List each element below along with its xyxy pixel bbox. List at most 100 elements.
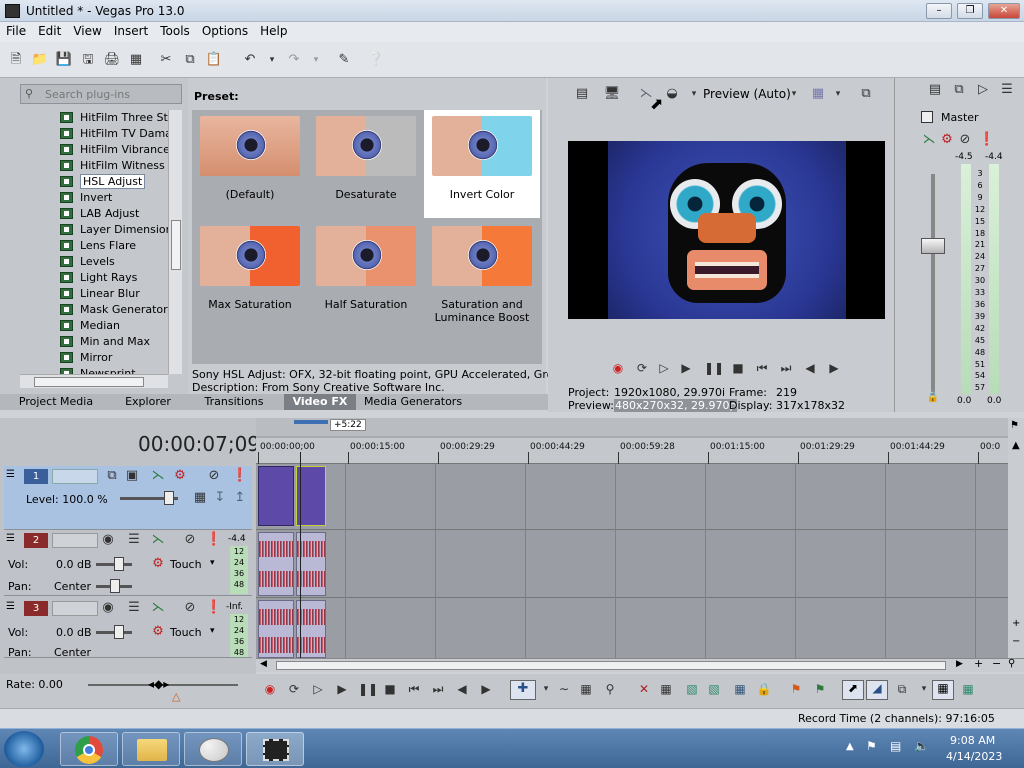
pause-button[interactable]: ❚❚ xyxy=(704,360,724,376)
plugin-item[interactable]: Mirror xyxy=(58,350,168,366)
plugin-item[interactable]: Median xyxy=(58,318,168,334)
edit-tool-icon[interactable]: ✎ xyxy=(334,50,354,70)
zoom-tool-icon[interactable]: ⚲ xyxy=(1008,658,1015,669)
downmix-icon[interactable]: ⧉ xyxy=(949,80,969,100)
insert-region-icon[interactable]: ⚑ xyxy=(812,681,828,697)
tab-project-media[interactable]: Project Media xyxy=(0,394,112,410)
preview-quality-select[interactable]: Preview (Auto) xyxy=(703,87,791,101)
track-arrow-up-icon[interactable]: ↥ xyxy=(230,488,250,508)
timeline-area[interactable]: +5:22 00:00:00;00 00:00:15:00 00:00:29:29 0… xyxy=(256,418,1008,658)
go-to-end-button[interactable]: ⏭ xyxy=(778,360,794,376)
plugin-item[interactable]: HitFilm TV Damage xyxy=(58,126,168,142)
maximize-button[interactable]: ❐ xyxy=(957,3,983,19)
menu-view[interactable]: View xyxy=(67,22,107,38)
zoom-edit-tool-icon[interactable]: ⚲ xyxy=(602,681,618,697)
volume-icon[interactable]: 🔈 xyxy=(914,739,929,753)
preset-max-saturation[interactable]: Max Saturation xyxy=(196,220,304,328)
automation-mode[interactable]: Touch xyxy=(170,626,202,639)
preset-saturation-luminance-boost[interactable]: Saturation and Luminance Boost xyxy=(424,220,540,328)
track-arrow-down-icon[interactable]: ↧ xyxy=(210,488,230,508)
tab-video-fx[interactable]: Video FX xyxy=(284,394,356,410)
zoom-in-h-icon[interactable]: + xyxy=(974,657,983,670)
clock-time[interactable]: 9:08 AM xyxy=(950,734,995,747)
track-mute-icon[interactable]: ⊘ xyxy=(204,466,224,486)
close-button[interactable]: ✕ xyxy=(988,3,1020,19)
envelope-tool-icon[interactable]: ∼ xyxy=(556,681,572,697)
mute-icon[interactable]: ⊘ xyxy=(955,130,975,150)
loop-button[interactable]: ⟳ xyxy=(286,681,302,697)
overlays-dropdown-icon[interactable]: ▾ xyxy=(828,84,848,104)
auto-crossfade-toggle-icon[interactable]: ◢ xyxy=(866,680,888,700)
arm-record-icon[interactable]: ◉ xyxy=(98,598,118,618)
menu-tools[interactable]: Tools xyxy=(154,22,196,38)
plugin-item[interactable]: HitFilm Three Strip xyxy=(58,110,168,126)
level-slider[interactable] xyxy=(120,491,178,505)
zoom-out-icon[interactable]: − xyxy=(1012,636,1020,647)
solo-icon[interactable]: ❗ xyxy=(977,130,997,150)
mixer-icon[interactable]: ☰ xyxy=(997,80,1017,100)
tab-media-generators[interactable]: Media Generators xyxy=(356,394,470,410)
track-header-audio-2[interactable]: ☰ 2 ◉ ☰ ⋋ ⊘ ❗ -4.4 Vol: 0.0 dB ⚙ Touch ▾… xyxy=(4,530,252,596)
minimize-button[interactable]: – xyxy=(926,3,952,19)
loop-region[interactable] xyxy=(294,420,328,424)
track-name-field[interactable] xyxy=(52,533,98,548)
preset-default[interactable]: (Default) xyxy=(196,110,304,218)
track-fx-icon[interactable]: ☰ xyxy=(124,598,144,618)
plugin-item[interactable]: Light Rays xyxy=(58,270,168,286)
menu-file[interactable]: File xyxy=(0,22,32,38)
pan-slider-handle[interactable] xyxy=(110,579,120,593)
whats-this-help-icon[interactable]: ❔ xyxy=(366,50,386,70)
zoom-in-icon[interactable]: + xyxy=(1012,618,1020,629)
play-from-start-button[interactable]: ▷ xyxy=(310,681,326,697)
track-solo-icon[interactable]: ❗ xyxy=(230,466,250,486)
track-fx-chain-icon[interactable]: ⋋ xyxy=(148,530,168,550)
go-to-end-button[interactable]: ⏭ xyxy=(430,681,446,697)
plugin-item[interactable]: Newsprint xyxy=(58,366,168,374)
previous-frame-button[interactable]: ◀ xyxy=(454,681,470,697)
marker-bar[interactable]: +5:22 xyxy=(256,418,1008,436)
hscroll-thumb[interactable] xyxy=(276,661,946,670)
automation-gear-icon[interactable]: ⚙ xyxy=(148,622,168,642)
vol-slider-handle[interactable] xyxy=(114,625,124,639)
split-icon[interactable]: ▦ xyxy=(732,681,748,697)
split-screen-icon[interactable]: ◒ xyxy=(662,84,682,104)
plugin-item[interactable]: HitFilm Vibrance xyxy=(58,142,168,158)
time-ruler[interactable]: 00:00:00;00 00:00:15:00 00:00:29:29 00:00:4… xyxy=(256,438,1008,464)
ripple-dropdown-icon[interactable]: ▾ xyxy=(916,681,932,697)
master-fader-handle[interactable] xyxy=(921,238,945,254)
automation-dropdown-icon[interactable]: ▾ xyxy=(210,626,215,636)
arm-record-icon[interactable]: ◉ xyxy=(98,530,118,550)
overlays-icon[interactable]: ▦ xyxy=(808,84,828,104)
menu-edit[interactable]: Edit xyxy=(32,22,67,38)
cut-icon[interactable]: ✂ xyxy=(156,50,176,70)
preset-half-saturation[interactable]: Half Saturation xyxy=(312,220,420,328)
track-mute-icon[interactable]: ⊘ xyxy=(180,530,200,550)
search-box[interactable]: ⚲ Search plug-ins xyxy=(20,84,182,104)
ignore-grouping-icon[interactable]: ▦ xyxy=(960,681,976,697)
lock-icon[interactable]: 🔒 xyxy=(923,388,943,408)
external-monitor-icon[interactable]: 🖥 xyxy=(602,84,622,104)
fx-chain-icon[interactable]: ⋋ xyxy=(919,130,939,150)
tree-hscrollbar[interactable] xyxy=(20,374,168,388)
copy-snapshot-icon[interactable]: ⧉ xyxy=(856,84,876,104)
play-button[interactable]: ▶ xyxy=(678,360,694,376)
vol-slider[interactable] xyxy=(96,625,132,639)
automation-dropdown-icon[interactable]: ▾ xyxy=(210,558,215,568)
split-dropdown-icon[interactable]: ▾ xyxy=(684,84,704,104)
level-slider-handle[interactable] xyxy=(164,491,174,505)
rate-handle-icon[interactable]: ◂◆▸ xyxy=(148,677,169,691)
start-button[interactable] xyxy=(4,731,44,767)
trim-start-icon[interactable]: ▧ xyxy=(684,681,700,697)
track-solo-icon[interactable]: ❗ xyxy=(204,598,224,618)
properties-icon[interactable]: ▦ xyxy=(126,50,146,70)
paste-icon[interactable]: 📋 xyxy=(204,50,224,70)
taskbar-paint[interactable] xyxy=(184,732,242,766)
scroll-up-icon[interactable]: ▲ xyxy=(1012,440,1020,451)
lock-envelopes-toggle-icon[interactable]: ▦ xyxy=(932,680,954,700)
vol-slider-handle[interactable] xyxy=(114,557,124,571)
taskbar-explorer[interactable] xyxy=(122,732,180,766)
parent-comp-icon[interactable]: ▣ xyxy=(122,466,142,486)
hscroll-thumb[interactable] xyxy=(34,377,144,387)
play-from-start-button[interactable]: ▷ xyxy=(656,360,672,376)
new-file-icon[interactable]: 🗎 xyxy=(6,50,26,70)
